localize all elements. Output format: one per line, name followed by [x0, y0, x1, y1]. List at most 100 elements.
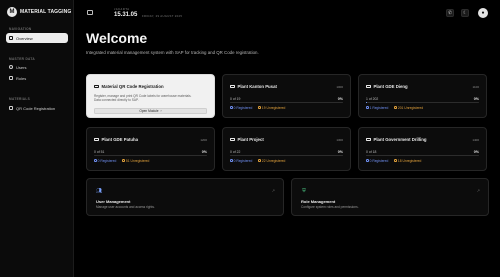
unregistered-count: 22 Unregistered [261, 158, 286, 163]
progress-bar [230, 102, 343, 104]
plant-percent: 0% [337, 97, 343, 101]
sidebar-item-label: QR Code Registration [16, 105, 56, 111]
nav-section-navigation: NAVIGATION [9, 27, 32, 31]
role-management-card[interactable]: ⛨ Role Management Configure system roles… [291, 178, 489, 216]
plant-code: 1400 [472, 138, 479, 142]
check-circle-icon [366, 106, 369, 109]
sidebar-toggle-icon[interactable] [87, 10, 93, 15]
sidebar-item-label: Users [16, 64, 27, 70]
nav-section-materials: MATERIALS [9, 97, 31, 101]
brand-logo-icon: M [7, 7, 17, 17]
page-title: Welcome [86, 30, 148, 46]
brand-name: MATERIAL TAGGING [20, 9, 72, 15]
plant-card[interactable]: Plant Government Drilling 1400 0 of 18 0… [358, 127, 487, 171]
qr-card-header: Material QR Code Registration [94, 84, 164, 89]
plant-code: 1200 [200, 138, 207, 142]
registered-stat: 1 Registered [366, 106, 388, 110]
plant-code: 1100 [472, 85, 479, 89]
plant-progress: 1 of 202 [366, 97, 379, 101]
clock-date: FRIDAY, 29 AUGUST 2025 [142, 13, 183, 18]
check-circle-icon [366, 159, 369, 162]
role-management-description: Configure system roles and permissions. [301, 204, 359, 209]
plant-card-header: Plant Kanton Pusat [230, 84, 277, 89]
clock-time: 15.31.05 [114, 12, 138, 18]
progress-bar [366, 155, 479, 157]
arrow-up-right-icon: ↗ [271, 188, 275, 193]
qr-card-description: Register, manage and print QR Code label… [94, 94, 192, 103]
progress-bar-fill [366, 102, 367, 104]
users-icon: 👥︎ [95, 188, 103, 194]
plant-stats: 0 Registered 22 Unregistered [230, 159, 285, 163]
plant-stats: 0 Registered 19 Unregistered [230, 106, 285, 110]
registered-count: 0 Registered [369, 158, 389, 163]
user-management-card[interactable]: 👥︎ User Management Manage user accounts … [86, 178, 284, 216]
moon-icon: ☾ [462, 10, 468, 15]
progress-bar [366, 102, 479, 104]
plant-card[interactable]: Plant Project 1300 0 of 22 0% 0 Register… [222, 127, 351, 171]
unregistered-stat: 51 Unregistered [122, 159, 149, 163]
progress-bar [230, 155, 343, 157]
phone-button[interactable]: ✆ [446, 9, 454, 17]
qr-registration-card[interactable]: Material QR Code Registration Register, … [86, 74, 215, 118]
plant-card-header: Plant GDE Dieng [366, 84, 408, 89]
plant-progress: 0 of 22 [230, 150, 241, 154]
plant-card[interactable]: Plant GDE Dieng 1100 1 of 202 0% 1 Regis… [358, 74, 487, 118]
unregistered-stat: 201 Unregistered [394, 106, 423, 110]
users-icon [9, 65, 13, 69]
sidebar-item-users[interactable]: Users [6, 62, 68, 72]
registered-count: 0 Registered [233, 105, 253, 110]
theme-toggle-button[interactable]: ☾ [461, 9, 469, 17]
plant-card-header: Plant Project [230, 137, 264, 142]
shield-icon: ⛨ [302, 188, 306, 194]
open-module-button[interactable]: Open Module › [94, 108, 207, 114]
alert-circle-icon [394, 159, 397, 162]
clock-label: JAKARTA [114, 8, 130, 11]
plant-card[interactable]: Plant GDE Patuha 1200 0 of 51 0% 0 Regis… [86, 127, 215, 171]
plant-progress: 0 of 18 [366, 150, 377, 154]
registered-stat: 0 Registered [230, 159, 252, 163]
plant-stats: 0 Registered 18 Unregistered [366, 159, 421, 163]
sidebar: M MATERIAL TAGGING NAVIGATION Overview M… [0, 0, 74, 277]
plant-percent: 0% [473, 97, 479, 101]
role-management-title: Role Management [301, 199, 336, 204]
grid-icon [9, 36, 13, 40]
shield-icon [9, 76, 13, 80]
sidebar-item-roles[interactable]: Roles [6, 73, 68, 83]
alert-circle-icon [394, 106, 397, 109]
page-subtitle: Integrated material management system wi… [86, 50, 259, 55]
arrow-right-icon: › [160, 109, 162, 113]
registered-stat: 0 Registered [94, 159, 116, 163]
arrow-up-right-icon: ↗ [476, 188, 480, 193]
unregistered-stat: 19 Unregistered [258, 106, 285, 110]
user-icon: ● [481, 10, 485, 16]
nav-section-master-data: MASTER DATA [9, 57, 36, 61]
qr-card-title: Material QR Code Registration [101, 84, 164, 89]
folder-icon [230, 137, 235, 142]
plant-stats: 0 Registered 51 Unregistered [94, 159, 149, 163]
folder-icon [366, 84, 371, 89]
plant-card[interactable]: Plant Kanton Pusat 1000 0 of 19 0% 0 Reg… [222, 74, 351, 118]
sidebar-item-overview[interactable]: Overview [6, 33, 68, 43]
unregistered-count: 51 Unregistered [125, 158, 150, 163]
plant-percent: 0% [201, 150, 207, 154]
unregistered-count: 18 Unregistered [397, 158, 422, 163]
qr-icon [94, 84, 99, 89]
open-module-label: Open Module [139, 109, 159, 113]
progress-bar [94, 155, 207, 157]
plant-name: Plant GDE Patuha [101, 137, 139, 142]
check-circle-icon [230, 106, 233, 109]
alert-circle-icon [122, 159, 125, 162]
check-circle-icon [94, 159, 97, 162]
plant-name: Plant Kanton Pusat [237, 84, 277, 89]
unregistered-count: 201 Unregistered [397, 105, 424, 110]
unregistered-stat: 22 Unregistered [258, 159, 285, 163]
brand[interactable]: M MATERIAL TAGGING [7, 7, 71, 17]
plant-code: 1000 [336, 85, 343, 89]
user-avatar[interactable]: ● [478, 8, 488, 18]
plant-name: Plant Government Drilling [373, 137, 427, 142]
sidebar-item-qr-code-registration[interactable]: QR Code Registration [6, 103, 68, 113]
top-bar: JAKARTA 15.31.05 FRIDAY, 29 AUGUST 2025 … [74, 0, 500, 26]
plant-percent: 0% [337, 150, 343, 154]
registered-count: 0 Registered [233, 158, 253, 163]
qr-icon [9, 106, 13, 110]
